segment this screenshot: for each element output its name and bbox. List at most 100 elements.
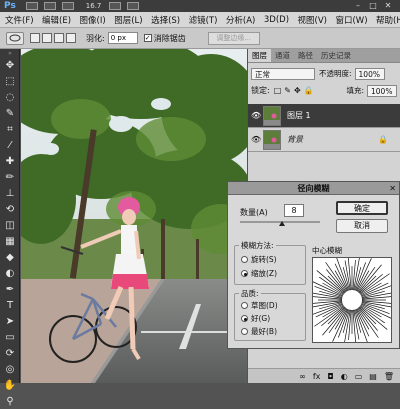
menu-image[interactable]: 图像(I) <box>80 14 106 26</box>
layer-thumbnail <box>263 105 281 126</box>
quick-select-tool-icon[interactable]: ✎ <box>0 105 20 121</box>
menu-edit[interactable]: 编辑(E) <box>42 14 71 26</box>
menu-3d[interactable]: 3D(D) <box>264 15 289 25</box>
zoom-tool-icon[interactable]: ⚲ <box>0 393 20 409</box>
eraser-tool-icon[interactable]: ◫ <box>0 217 20 233</box>
gradient-tool-icon[interactable]: ▦ <box>0 233 20 249</box>
zoom-line <box>361 303 390 315</box>
radio-circle[interactable] <box>241 315 248 322</box>
blend-mode-select[interactable]: 正常 <box>251 67 315 80</box>
maximize-icon[interactable]: □ <box>367 1 379 10</box>
blur-center-preview[interactable] <box>312 257 392 343</box>
hand-tool-icon[interactable]: ✋ <box>0 377 20 393</box>
refine-edge-button[interactable]: 调整边缘... <box>207 31 260 45</box>
marquee-tool-icon[interactable]: ⬚ <box>0 73 20 89</box>
trash-icon[interactable]: 🗑 <box>384 372 394 381</box>
blur-tool-icon[interactable]: ◆ <box>0 249 20 265</box>
antialias-check[interactable]: ✓ <box>143 34 152 42</box>
close-icon[interactable]: ✕ <box>382 1 394 10</box>
tab-history[interactable]: 历史记录 <box>317 49 355 62</box>
zoom-line <box>352 260 356 291</box>
zoom-line <box>337 309 349 338</box>
add-selection-icon[interactable] <box>42 33 52 43</box>
radio-circle[interactable] <box>241 302 248 309</box>
layer-row-background[interactable]: 👁 背景 🔒 <box>248 128 400 152</box>
eyedropper-tool-icon[interactable]: ⁄ <box>0 137 20 153</box>
crop-tool-icon[interactable]: ⌗ <box>0 121 20 137</box>
view-extras-icon[interactable] <box>61 2 74 10</box>
amount-input[interactable]: 8 <box>284 204 304 217</box>
minimize-icon[interactable]: – <box>352 1 364 10</box>
layer-row-1[interactable]: 👁 图层 1 <box>248 104 400 128</box>
link-layers-icon[interactable]: ∞ <box>299 372 306 381</box>
slider-handle-icon[interactable] <box>279 221 285 226</box>
menu-filter[interactable]: 滤镜(T) <box>189 14 218 26</box>
zoom-level[interactable]: 16.7 <box>86 2 102 10</box>
panel-tabs: 图层 通道 路径 历史记录 <box>248 49 400 63</box>
layer-name[interactable]: 背景 <box>287 134 303 145</box>
new-selection-icon[interactable] <box>30 33 40 43</box>
close-icon[interactable]: ✕ <box>389 182 396 195</box>
bridge-icon[interactable] <box>25 2 38 10</box>
move-tool-icon[interactable]: ✥ <box>0 57 20 73</box>
feather-input[interactable] <box>107 32 138 44</box>
tab-paths[interactable]: 路径 <box>294 49 317 62</box>
shape-tool-icon[interactable]: ▭ <box>0 329 20 345</box>
mask-icon[interactable]: ◘ <box>327 372 333 381</box>
3d-orbit-tool-icon[interactable]: ◎ <box>0 361 20 377</box>
radio-circle[interactable] <box>241 256 248 263</box>
fill-input[interactable]: 100% <box>367 84 397 97</box>
dialog-title-bar[interactable]: 径向模糊 ✕ <box>228 182 399 195</box>
radio-circle[interactable] <box>241 270 248 277</box>
arrange-docs-icon[interactable] <box>109 2 122 10</box>
3d-rotate-tool-icon[interactable]: ⟳ <box>0 345 20 361</box>
brush-tool-icon[interactable]: ✏ <box>0 169 20 185</box>
document-canvas[interactable] <box>21 49 247 383</box>
tab-channels[interactable]: 通道 <box>271 49 294 62</box>
adjustment-icon[interactable]: ◐ <box>341 372 348 381</box>
screen-mode-icon[interactable] <box>127 2 140 10</box>
lock-icons[interactable]: □✎✥🔒 <box>274 86 317 95</box>
amount-label: 数量(A) <box>240 208 268 217</box>
history-brush-icon[interactable]: ⟲ <box>0 201 20 217</box>
subtract-selection-icon[interactable] <box>54 33 64 43</box>
lasso-preset-icon[interactable] <box>6 31 24 45</box>
layer-name[interactable]: 图层 1 <box>287 110 311 121</box>
group-icon[interactable]: ▭ <box>355 372 363 381</box>
type-tool-icon[interactable]: T <box>0 297 20 313</box>
fx-icon[interactable]: fx <box>313 372 321 381</box>
menu-file[interactable]: 文件(F) <box>5 14 34 26</box>
antialias-checkbox[interactable]: ✓ 消除锯齿 <box>143 33 186 44</box>
intersect-selection-icon[interactable] <box>66 33 76 43</box>
method-spin-radio[interactable]: 旋转(S) <box>241 254 277 265</box>
cancel-button[interactable]: 取消 <box>336 219 388 233</box>
quality-best-radio[interactable]: 最好(B) <box>241 326 277 337</box>
pen-tool-icon[interactable]: ✒ <box>0 281 20 297</box>
menu-view[interactable]: 视图(V) <box>298 14 327 26</box>
healing-tool-icon[interactable]: ✚ <box>0 153 20 169</box>
opacity-label: 不透明度: <box>319 69 352 78</box>
menu-help[interactable]: 帮助(H) <box>376 14 400 26</box>
ok-button[interactable]: 确定 <box>336 201 388 215</box>
menu-analysis[interactable]: 分析(A) <box>226 14 255 26</box>
opacity-input[interactable]: 100% <box>354 67 385 80</box>
quality-good-radio[interactable]: 好(G) <box>241 313 270 324</box>
quality-draft-radio[interactable]: 草图(D) <box>241 300 278 311</box>
stamp-tool-icon[interactable]: ⊥ <box>0 185 20 201</box>
collapse-icon[interactable]: » <box>0 49 20 57</box>
minibridge-icon[interactable] <box>43 2 56 10</box>
tab-layers[interactable]: 图层 <box>248 49 271 62</box>
method-zoom-radio[interactable]: 缩放(Z) <box>241 268 277 279</box>
eye-icon[interactable]: 👁 <box>251 111 263 120</box>
eye-icon[interactable]: 👁 <box>251 135 263 144</box>
menu-select[interactable]: 选择(S) <box>151 14 180 26</box>
radio-circle[interactable] <box>241 328 248 335</box>
menu-window[interactable]: 窗口(W) <box>335 14 367 26</box>
dodge-tool-icon[interactable]: ◐ <box>0 265 20 281</box>
menu-layer[interactable]: 图层(L) <box>114 14 142 26</box>
new-layer-icon[interactable]: ▤ <box>369 372 377 381</box>
lasso-tool-icon[interactable]: ◌ <box>0 89 20 105</box>
method-label: 模糊方法: <box>239 240 276 251</box>
fill-label: 填充: <box>346 86 364 95</box>
path-select-tool-icon[interactable]: ➤ <box>0 313 20 329</box>
